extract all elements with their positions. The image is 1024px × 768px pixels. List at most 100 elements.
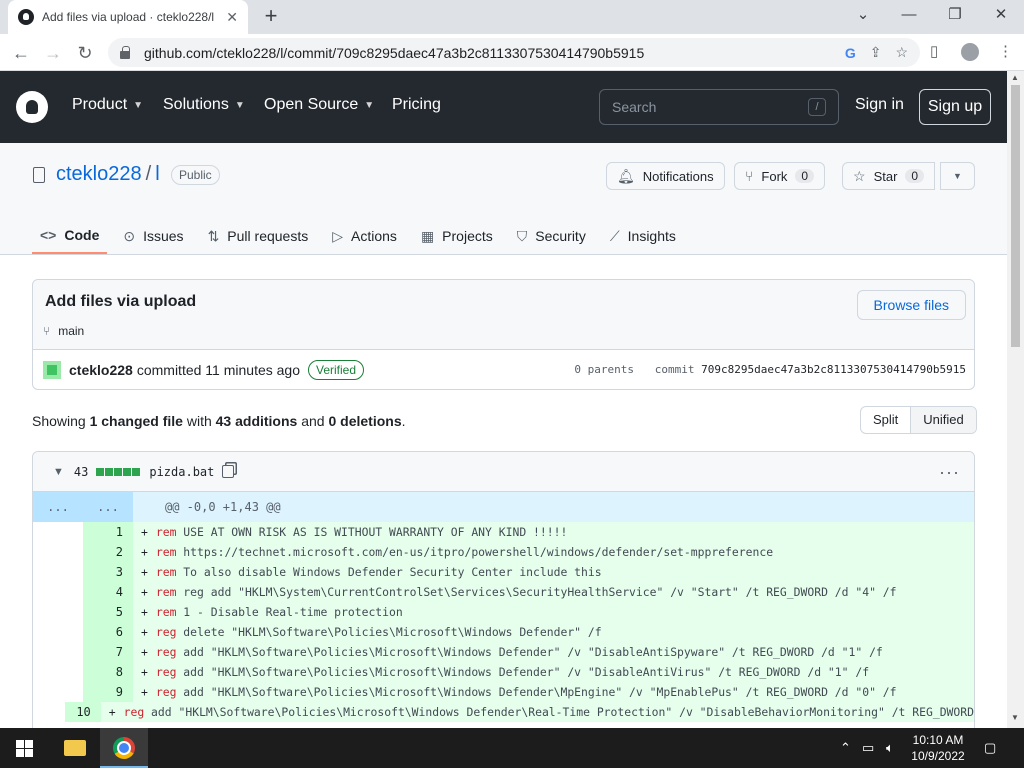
- avatar[interactable]: [43, 361, 61, 379]
- sign-up-button[interactable]: Sign up: [919, 89, 991, 125]
- omnibox[interactable]: github.com/cteklo228/l/commit/709c8295da…: [108, 38, 920, 67]
- new-tab-button[interactable]: +: [258, 4, 284, 30]
- browser-tab[interactable]: Add files via upload · cteklo228/l ✕: [8, 0, 248, 34]
- expand-down-icon[interactable]: ...: [83, 492, 133, 522]
- scroll-down-icon[interactable]: ▼: [1011, 713, 1019, 722]
- chrome-taskbar-button[interactable]: [100, 728, 148, 768]
- old-line-number[interactable]: [33, 662, 83, 682]
- reload-button[interactable]: ↻: [72, 40, 98, 66]
- branch-icon: ⑂: [43, 324, 51, 338]
- old-line-number[interactable]: [33, 642, 83, 662]
- new-line-number[interactable]: 3: [83, 562, 133, 582]
- nav-pricing[interactable]: Pricing: [392, 96, 441, 114]
- copy-icon[interactable]: [222, 465, 235, 478]
- file-name[interactable]: pizda.bat: [149, 465, 214, 479]
- author-link[interactable]: cteklo228: [69, 362, 133, 378]
- nav-solutions[interactable]: Solutions ▼: [163, 96, 245, 114]
- close-tab-icon[interactable]: ✕: [226, 9, 238, 26]
- taskbar-clock[interactable]: 10:10 AM 10/9/2022: [906, 732, 970, 764]
- new-line-number[interactable]: 4: [83, 582, 133, 602]
- network-icon[interactable]: ▭: [862, 740, 874, 756]
- new-line-number[interactable]: 6: [83, 622, 133, 642]
- tab-issues[interactable]: ⊙ Issues: [115, 218, 191, 254]
- new-line-number[interactable]: 2: [83, 542, 133, 562]
- old-line-number[interactable]: [33, 542, 83, 562]
- tab-search-icon[interactable]: ⌄: [840, 0, 886, 30]
- notifications-icon[interactable]: ▢: [984, 740, 996, 756]
- repo-owner-link[interactable]: cteklo228: [56, 163, 142, 185]
- more-options-icon[interactable]: ···: [939, 462, 960, 483]
- diff-lines: 1 + rem USE AT OWN RISK AS IS WITHOUT WARR…: [33, 522, 974, 722]
- chevron-down-icon[interactable]: ▼: [53, 466, 64, 478]
- search-input[interactable]: Search /: [599, 89, 839, 125]
- star-button[interactable]: ☆ Star 0: [842, 162, 936, 190]
- tab-code-label: Code: [64, 227, 100, 243]
- tab-actions[interactable]: ▷ Actions: [324, 218, 405, 254]
- old-line-number[interactable]: [33, 582, 83, 602]
- profile-avatar-icon[interactable]: [961, 43, 979, 61]
- back-button[interactable]: ←: [8, 40, 34, 66]
- summary-changed[interactable]: 1 changed file: [90, 413, 183, 429]
- restore-window-button[interactable]: ❐: [932, 0, 978, 30]
- old-line-number[interactable]: [33, 602, 83, 622]
- page-scrollbar[interactable]: ▲ ▼: [1007, 71, 1024, 728]
- file-explorer-button[interactable]: [50, 728, 98, 768]
- chrome-menu-icon[interactable]: ⋮: [998, 42, 1013, 60]
- windows-start-icon[interactable]: [16, 740, 33, 757]
- code-keyword: rem: [155, 585, 177, 599]
- notifications-button[interactable]: 🔔︎ Notifications: [606, 162, 725, 190]
- new-line-number[interactable]: 1: [83, 522, 133, 542]
- file-change-count: 43: [73, 464, 89, 479]
- branch-link[interactable]: main: [58, 324, 84, 338]
- expand-up-icon[interactable]: ...: [33, 492, 83, 522]
- github-logo-icon[interactable]: [16, 91, 48, 123]
- side-panel-icon[interactable]: ▯: [930, 42, 938, 60]
- url-text[interactable]: github.com/cteklo228/l/commit/709c8295da…: [144, 45, 831, 61]
- sign-in-link[interactable]: Sign in: [855, 96, 904, 114]
- diff-code: + rem reg add "HKLM\System\CurrentControl…: [133, 582, 974, 602]
- tab-pull-requests[interactable]: ⇅ Pull requests: [200, 218, 317, 254]
- volume-icon[interactable]: 🔈︎: [886, 740, 894, 756]
- code-text: https://technet.microsoft.com/en-us/itpr…: [176, 545, 774, 559]
- bookmark-star-icon[interactable]: ☆: [895, 44, 908, 61]
- old-line-number[interactable]: [33, 702, 66, 722]
- new-line-number[interactable]: 5: [83, 602, 133, 622]
- issue-icon: ⊙: [123, 227, 136, 244]
- split-view-button[interactable]: Split: [861, 407, 910, 433]
- tab-projects[interactable]: ▦ Projects: [413, 218, 501, 254]
- repo-name-link[interactable]: l: [155, 163, 159, 185]
- new-line-number[interactable]: 7: [83, 642, 133, 662]
- old-line-number[interactable]: [33, 522, 83, 542]
- unified-view-button[interactable]: Unified: [910, 407, 976, 433]
- lock-icon[interactable]: [120, 45, 130, 59]
- diff-code: + reg add "HKLM\Software\Policies\Microso…: [133, 682, 974, 702]
- diff-code: + reg add "HKLM\Software\Policies\Microso…: [133, 662, 974, 682]
- old-line-number[interactable]: [33, 562, 83, 582]
- tab-insights[interactable]: ⟋ Insights: [602, 218, 684, 254]
- tab-code[interactable]: <> Code: [32, 218, 108, 254]
- star-dropdown-button[interactable]: ▼: [940, 162, 975, 190]
- tab-security[interactable]: ⛉ Security: [509, 218, 594, 254]
- share-icon[interactable]: ⇪: [870, 44, 882, 61]
- new-line-number[interactable]: 8: [83, 662, 133, 682]
- summary-deletions: 0 deletions: [328, 413, 402, 429]
- nav-product[interactable]: Product ▼: [72, 96, 143, 114]
- scrollbar-thumb[interactable]: [1011, 85, 1020, 347]
- nav-open-source[interactable]: Open Source ▼: [264, 96, 374, 114]
- browse-files-button[interactable]: Browse files: [856, 290, 966, 320]
- new-line-number[interactable]: 10: [65, 702, 101, 722]
- close-window-button[interactable]: ✕: [978, 0, 1024, 30]
- chevron-down-icon: ▼: [953, 171, 962, 181]
- verified-badge[interactable]: Verified: [308, 360, 365, 380]
- minimize-window-button[interactable]: —: [886, 0, 932, 30]
- new-line-number[interactable]: 9: [83, 682, 133, 702]
- star-label: Star: [873, 168, 898, 184]
- google-icon[interactable]: G: [845, 45, 856, 61]
- forward-button[interactable]: →: [40, 40, 66, 66]
- fork-button[interactable]: ⑂ Fork 0: [734, 162, 826, 190]
- old-line-number[interactable]: [33, 622, 83, 642]
- old-line-number[interactable]: [33, 682, 83, 702]
- show-hidden-icons[interactable]: ⌃: [840, 740, 851, 756]
- nav-open-source-label: Open Source: [264, 96, 359, 113]
- scroll-up-icon[interactable]: ▲: [1011, 73, 1019, 82]
